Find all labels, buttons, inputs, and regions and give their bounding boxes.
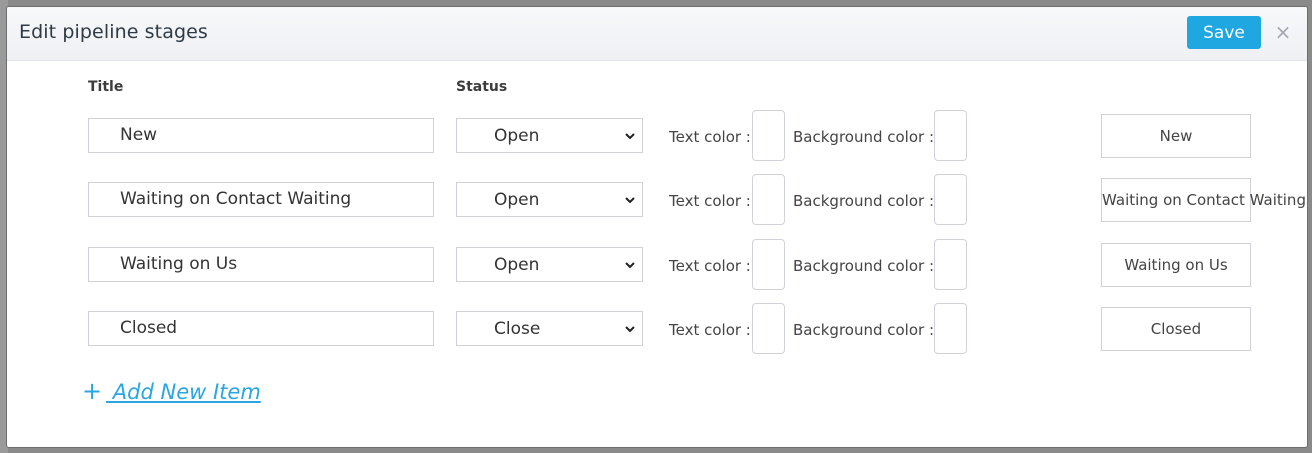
- stage-row: Open Text color : Background color : Wai…: [7, 239, 1307, 297]
- stage-title-input[interactable]: [88, 311, 434, 346]
- modal-header: Edit pipeline stages Save ×: [7, 7, 1307, 61]
- background-color-swatch[interactable]: [934, 174, 967, 225]
- stage-status-select[interactable]: Open: [456, 182, 643, 217]
- stage-title-input[interactable]: [88, 118, 434, 153]
- stage-preview-label: Waiting on Contact Waiting: [1102, 191, 1306, 209]
- status-selected-value: Open: [494, 255, 540, 275]
- status-selected-value: Open: [494, 190, 540, 210]
- status-selected-value: Open: [494, 126, 540, 146]
- text-color-swatch[interactable]: [752, 110, 785, 161]
- background-color-swatch[interactable]: [934, 303, 967, 354]
- text-color-swatch[interactable]: [752, 174, 785, 225]
- save-button[interactable]: Save: [1187, 16, 1261, 49]
- chevron-down-icon: [625, 197, 635, 204]
- stage-status-select[interactable]: Open: [456, 118, 643, 153]
- background-color-label: Background color :: [793, 257, 935, 275]
- add-new-item-link[interactable]: + Add New Item: [82, 377, 261, 405]
- stage-row: Open Text color : Background color : Wai…: [7, 174, 1307, 232]
- stage-preview: Waiting on Contact Waiting: [1101, 178, 1306, 222]
- close-icon[interactable]: ×: [1273, 22, 1293, 42]
- text-color-label: Text color :: [669, 321, 751, 339]
- stage-preview: Closed: [1101, 307, 1251, 351]
- background-color-label: Background color :: [793, 321, 935, 339]
- column-header-status: Status: [456, 79, 508, 95]
- background-color-swatch[interactable]: [934, 239, 967, 290]
- status-selected-value: Close: [494, 319, 541, 339]
- plus-icon: +: [82, 377, 103, 405]
- stage-status-select[interactable]: Close: [456, 311, 643, 346]
- edit-pipeline-stages-modal: Edit pipeline stages Save × Title Status…: [7, 7, 1307, 447]
- stage-preview-label: Closed: [1150, 320, 1202, 338]
- text-color-label: Text color :: [669, 128, 751, 146]
- background-color-label: Background color :: [793, 128, 935, 146]
- stage-row: Open Text color : Background color : New: [7, 110, 1307, 168]
- text-color-swatch[interactable]: [752, 239, 785, 290]
- add-new-item-label: Add New Item: [106, 380, 261, 404]
- chevron-down-icon: [625, 326, 635, 333]
- stage-row: Close Text color : Background color : Cl…: [7, 303, 1307, 361]
- stage-title-input[interactable]: [88, 247, 434, 282]
- stage-preview-label: New: [1159, 127, 1193, 145]
- stage-preview-label: Waiting on Us: [1124, 256, 1228, 274]
- stage-status-select[interactable]: Open: [456, 247, 643, 282]
- stage-preview: Waiting on Us: [1101, 243, 1251, 287]
- text-color-label: Text color :: [669, 192, 751, 210]
- background-color-label: Background color :: [793, 192, 935, 210]
- text-color-label: Text color :: [669, 257, 751, 275]
- background-color-swatch[interactable]: [934, 110, 967, 161]
- chevron-down-icon: [625, 262, 635, 269]
- chevron-down-icon: [625, 133, 635, 140]
- text-color-swatch[interactable]: [752, 303, 785, 354]
- modal-title: Edit pipeline stages: [19, 21, 208, 43]
- stage-title-input[interactable]: [88, 182, 434, 217]
- stage-preview: New: [1101, 114, 1251, 158]
- column-header-title: Title: [88, 79, 124, 95]
